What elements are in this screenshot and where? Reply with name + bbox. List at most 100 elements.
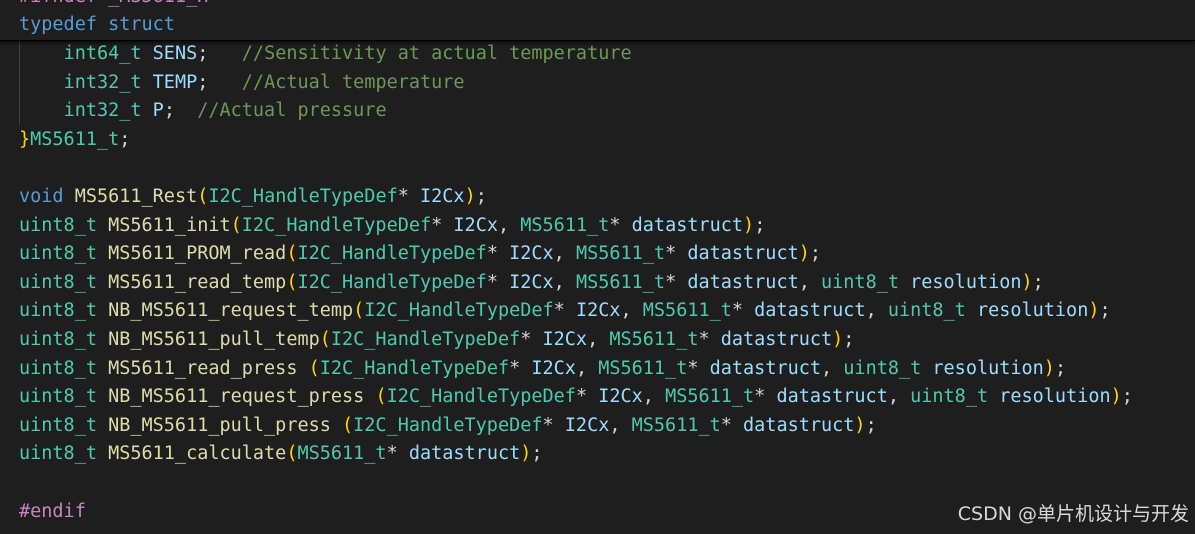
code-token: ,: [497, 214, 521, 236]
code-token: I2C_HandleTypeDef: [241, 214, 432, 236]
code-line[interactable]: uint8_t NB_MS5611_pull_press (I2C_Handle…: [19, 412, 877, 440]
code-token: resolution: [910, 271, 1022, 293]
code-token: I2C_HandleTypeDef: [353, 414, 543, 436]
code-token: ;: [475, 186, 487, 207]
code-token: ;: [1099, 300, 1111, 322]
code-token: resolution: [976, 300, 1089, 322]
code-token: uint8_t: [887, 300, 966, 322]
code-token: NB_MS5611_request_press: [108, 386, 365, 408]
code-token: I2Cx: [453, 214, 498, 236]
code-token: *: [542, 414, 565, 436]
code-token: I2C_HandleTypeDef: [297, 271, 487, 293]
code-line[interactable]: uint8_t MS5611_calculate(MS5611_t* datas…: [19, 440, 543, 468]
code-token: MS5611_calculate: [108, 443, 287, 465]
code-token: (: [308, 357, 320, 379]
code-token: I2C_HandleTypeDef: [297, 243, 487, 265]
code-line[interactable]: uint8_t MS5611_PROM_read(I2C_HandleTypeD…: [19, 240, 821, 268]
code-token: *: [665, 271, 688, 293]
code-token: int64_t: [63, 43, 142, 64]
code-token: I2Cx: [598, 386, 643, 408]
code-token: uint8_t: [910, 386, 989, 408]
csdn-watermark: CSDN @单片机设计与开发: [957, 503, 1189, 525]
code-token: I2Cx: [509, 271, 554, 293]
code-token: (: [286, 271, 298, 293]
code-token: ,: [798, 271, 822, 293]
code-token: ): [1043, 357, 1055, 379]
code-token: (: [230, 214, 242, 236]
code-token: TEMP: [152, 71, 198, 93]
code-token: SENS: [152, 43, 198, 64]
code-token: MS5611_t: [642, 300, 732, 322]
code-token: I2C_HandleTypeDef: [319, 357, 510, 379]
code-token: MS5611_t: [598, 357, 688, 379]
sticky-scroll-line[interactable]: typedef struct: [19, 11, 175, 39]
code-token: *: [397, 186, 421, 207]
code-token: typedef: [19, 14, 97, 35]
code-token: ): [520, 443, 532, 465]
code-token: ;: [119, 128, 131, 150]
code-token: MS5611_t: [30, 128, 120, 150]
code-token: uint8_t: [19, 300, 97, 322]
code-token: ): [832, 329, 844, 350]
code-editor[interactable]: #ifndef _MS5611_Htypedef struct int64_t …: [0, 0, 1195, 534]
code-token: *: [553, 300, 576, 322]
code-token: uint8_t: [19, 214, 97, 236]
sticky-scroll-header[interactable]: #ifndef _MS5611_Htypedef struct: [0, 0, 1195, 41]
code-token: I2C_HandleTypeDef: [386, 386, 576, 408]
code-line[interactable]: #endif: [19, 498, 86, 526]
code-token: I2Cx: [542, 329, 588, 350]
code-token: ;: [1032, 271, 1044, 293]
code-line[interactable]: uint8_t NB_MS5611_request_press (I2C_Han…: [19, 383, 1133, 411]
code-line[interactable]: }MS5611_t;: [19, 126, 130, 154]
code-token: ,: [553, 243, 576, 265]
code-token: NB_MS5611_pull_temp: [108, 329, 320, 350]
code-token: MS5611_PROM_read: [108, 243, 287, 265]
code-token: *: [731, 300, 755, 322]
code-token: uint8_t: [19, 329, 97, 350]
code-token: resolution: [999, 386, 1111, 408]
code-line[interactable]: int32_t P; //Actual pressure: [19, 97, 387, 125]
code-line[interactable]: int64_t SENS; //Sensitivity at actual te…: [19, 40, 632, 68]
sticky-scroll-line[interactable]: #ifndef _MS5611_H: [19, 0, 208, 11]
code-token: ;: [197, 43, 242, 64]
code-line[interactable]: uint8_t MS5611_read_press (I2C_HandleTyp…: [19, 355, 1066, 383]
code-token: ;: [1054, 357, 1067, 379]
code-token: ;: [197, 71, 242, 93]
code-token: ): [743, 214, 755, 236]
code-line[interactable]: uint8_t MS5611_read_temp(I2C_HandleTypeD…: [19, 269, 1044, 297]
code-token: ;: [1121, 386, 1133, 408]
code-line[interactable]: uint8_t NB_MS5611_request_temp(I2C_Handl…: [19, 297, 1111, 325]
code-line[interactable]: int32_t TEMP; //Actual temperature: [19, 69, 465, 97]
code-token: ): [464, 186, 476, 207]
code-token: ): [1088, 300, 1100, 322]
code-token: uint8_t: [19, 386, 97, 408]
code-token: ): [854, 414, 866, 436]
code-line[interactable]: uint8_t NB_MS5611_pull_temp(I2C_HandleTy…: [19, 326, 854, 354]
code-token: ,: [865, 300, 888, 322]
code-token: datastruct: [687, 271, 799, 293]
code-token: int32_t: [63, 100, 142, 122]
code-token: void: [19, 186, 64, 207]
code-token: datastruct: [743, 414, 855, 436]
code-line[interactable]: uint8_t MS5611_init(I2C_HandleTypeDef* I…: [19, 212, 765, 240]
code-token: MS5611_t: [520, 214, 610, 236]
code-token: MS5611_t: [575, 243, 666, 265]
code-token: MS5611_read_temp: [108, 271, 287, 293]
code-token: *: [665, 243, 688, 265]
code-token: int32_t: [63, 71, 142, 93]
code-token: (: [375, 386, 387, 408]
code-line[interactable]: void MS5611_Rest(I2C_HandleTypeDef* I2Cx…: [19, 183, 487, 211]
